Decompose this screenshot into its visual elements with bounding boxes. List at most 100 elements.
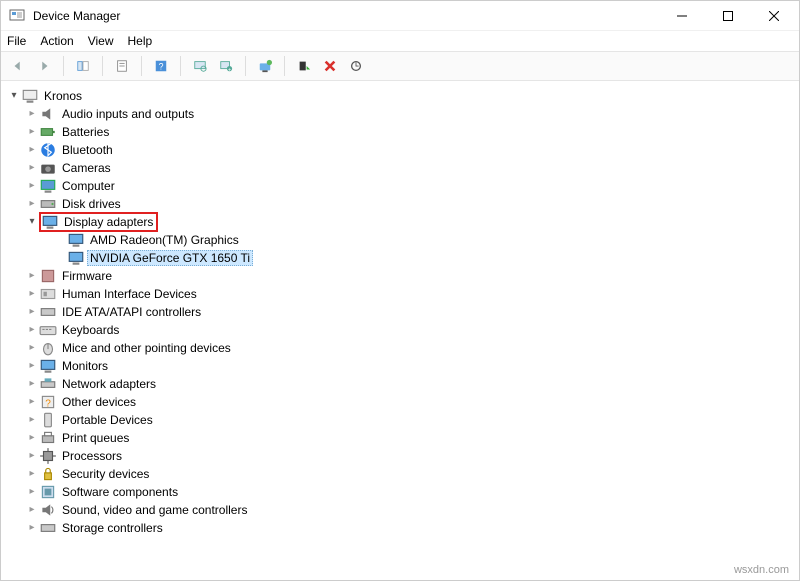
- expand-arrow-icon[interactable]: [7, 89, 21, 103]
- tree-category[interactable]: Security devices: [5, 465, 797, 483]
- menu-view[interactable]: View: [88, 34, 114, 48]
- tree-category[interactable]: Firmware: [5, 267, 797, 285]
- disable-device-button[interactable]: [293, 55, 315, 77]
- expand-arrow-icon[interactable]: [25, 449, 39, 463]
- tree-label: Mice and other pointing devices: [59, 340, 234, 356]
- show-hide-tree-button[interactable]: [72, 55, 94, 77]
- tree-category[interactable]: Audio inputs and outputs: [5, 105, 797, 123]
- toolbar-separator: [245, 56, 246, 76]
- toolbar-separator: [180, 56, 181, 76]
- expand-arrow-icon[interactable]: [25, 215, 39, 229]
- display-icon: [41, 214, 59, 230]
- tree-category[interactable]: Computer: [5, 177, 797, 195]
- tree-label: IDE ATA/ATAPI controllers: [59, 304, 204, 320]
- expand-arrow-icon[interactable]: [25, 125, 39, 139]
- expand-arrow-icon[interactable]: [25, 467, 39, 481]
- expand-arrow-icon[interactable]: [25, 485, 39, 499]
- expand-arrow-icon[interactable]: [25, 431, 39, 445]
- expand-arrow-icon[interactable]: [25, 107, 39, 121]
- sound-icon: [39, 502, 57, 518]
- tree-category[interactable]: Human Interface Devices: [5, 285, 797, 303]
- menu-action[interactable]: Action: [40, 34, 73, 48]
- expand-arrow-icon[interactable]: [25, 503, 39, 517]
- keyboard-icon: [39, 322, 57, 338]
- expand-arrow-icon[interactable]: [25, 323, 39, 337]
- tree-category-display-adapters[interactable]: Display adapters: [5, 213, 797, 231]
- menu-file[interactable]: File: [7, 34, 26, 48]
- expand-arrow-icon[interactable]: [25, 197, 39, 211]
- scan-for-changes-button[interactable]: [345, 55, 367, 77]
- tree-label: Monitors: [59, 358, 111, 374]
- tree-label: Audio inputs and outputs: [59, 106, 197, 122]
- uninstall-device-button[interactable]: [319, 55, 341, 77]
- expand-arrow-icon[interactable]: [25, 287, 39, 301]
- expand-arrow-icon[interactable]: [25, 521, 39, 535]
- tree-root[interactable]: Kronos: [5, 87, 797, 105]
- expand-arrow-icon[interactable]: [25, 395, 39, 409]
- tree-category[interactable]: Keyboards: [5, 321, 797, 339]
- tree-category[interactable]: Sound, video and game controllers: [5, 501, 797, 519]
- expand-arrow-icon[interactable]: [25, 413, 39, 427]
- expand-arrow-icon[interactable]: [25, 377, 39, 391]
- update-driver-button[interactable]: [254, 55, 276, 77]
- forward-button[interactable]: [33, 55, 55, 77]
- tree-category[interactable]: Mice and other pointing devices: [5, 339, 797, 357]
- audio-icon: [39, 106, 57, 122]
- tree-category[interactable]: Software components: [5, 483, 797, 501]
- tree-category[interactable]: Print queues: [5, 429, 797, 447]
- portable-icon: [39, 412, 57, 428]
- svg-text:+: +: [228, 67, 231, 73]
- tree-category[interactable]: Batteries: [5, 123, 797, 141]
- scan-hardware-button[interactable]: [189, 55, 211, 77]
- tree-label: AMD Radeon(TM) Graphics: [87, 232, 242, 248]
- camera-icon: [39, 160, 57, 176]
- tree-category[interactable]: Monitors: [5, 357, 797, 375]
- back-button[interactable]: [7, 55, 29, 77]
- tree-label: NVIDIA GeForce GTX 1650 Ti: [87, 250, 253, 266]
- tree-category[interactable]: ?Other devices: [5, 393, 797, 411]
- toolbar-separator: [102, 56, 103, 76]
- tree-category[interactable]: Bluetooth: [5, 141, 797, 159]
- minimize-button[interactable]: [659, 1, 705, 31]
- help-button[interactable]: ?: [150, 55, 172, 77]
- tree-category[interactable]: Storage controllers: [5, 519, 797, 537]
- toolbar-separator: [284, 56, 285, 76]
- titlebar: Device Manager: [1, 1, 799, 31]
- expand-arrow-icon[interactable]: [25, 143, 39, 157]
- close-button[interactable]: [751, 1, 797, 31]
- toolbar: ? +: [1, 51, 799, 81]
- tree-label: Sound, video and game controllers: [59, 502, 250, 518]
- device-manager-window: Device Manager File Action View Help ? +: [0, 0, 800, 581]
- expand-arrow-icon[interactable]: [25, 269, 39, 283]
- tree-label: Other devices: [59, 394, 139, 410]
- tree-category[interactable]: Network adapters: [5, 375, 797, 393]
- tree-device[interactable]: AMD Radeon(TM) Graphics: [5, 231, 797, 249]
- tree-category[interactable]: Processors: [5, 447, 797, 465]
- tree-container: Kronos Audio inputs and outputs Batterie…: [1, 81, 799, 580]
- tree-category[interactable]: Portable Devices: [5, 411, 797, 429]
- tree-category[interactable]: IDE ATA/ATAPI controllers: [5, 303, 797, 321]
- properties-button[interactable]: [111, 55, 133, 77]
- device-tree[interactable]: Kronos Audio inputs and outputs Batterie…: [1, 81, 799, 580]
- toolbar-separator: [63, 56, 64, 76]
- expand-arrow-icon[interactable]: [25, 305, 39, 319]
- tree-label: Batteries: [59, 124, 112, 140]
- tree-label: Storage controllers: [59, 520, 166, 536]
- menu-help[interactable]: Help: [128, 34, 153, 48]
- tree-label: Display adapters: [61, 214, 156, 230]
- expand-arrow-icon[interactable]: [25, 161, 39, 175]
- add-legacy-hardware-button[interactable]: +: [215, 55, 237, 77]
- tree-category[interactable]: Cameras: [5, 159, 797, 177]
- window-title: Device Manager: [33, 9, 659, 23]
- hid-icon: [39, 286, 57, 302]
- expand-arrow-icon[interactable]: [25, 341, 39, 355]
- tree-device-selected[interactable]: NVIDIA GeForce GTX 1650 Ti: [5, 249, 797, 267]
- menubar: File Action View Help: [1, 31, 799, 51]
- expand-arrow-icon[interactable]: [25, 179, 39, 193]
- display-icon: [67, 250, 85, 266]
- tree-category[interactable]: Disk drives: [5, 195, 797, 213]
- tree-label: Cameras: [59, 160, 114, 176]
- firmware-icon: [39, 268, 57, 284]
- maximize-button[interactable]: [705, 1, 751, 31]
- expand-arrow-icon[interactable]: [25, 359, 39, 373]
